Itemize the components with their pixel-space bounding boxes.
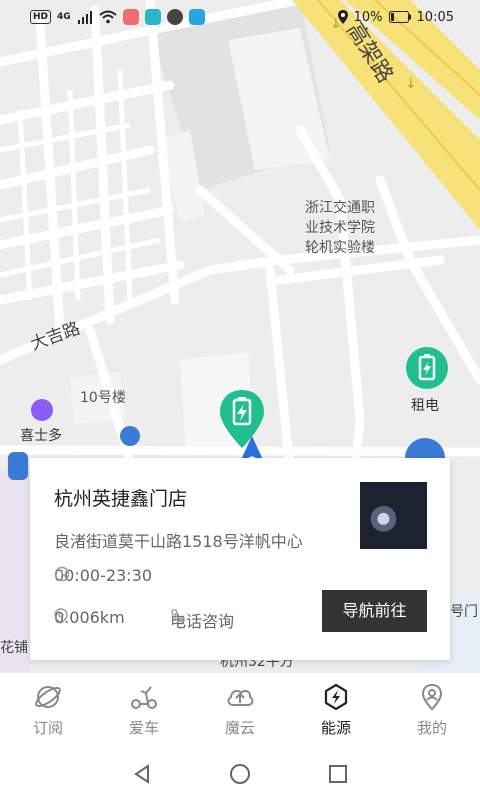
location-pin-icon	[54, 608, 68, 624]
map-label-school-1: 浙江交通职	[305, 200, 375, 216]
battery-pin-icon	[220, 390, 264, 448]
system-navigation-bar	[0, 748, 480, 800]
tab-cloud[interactable]: 魔云	[192, 673, 288, 748]
map-label-edge-east: 号门	[450, 604, 478, 620]
map-view[interactable]: ↓ ↓ 高架路 大吉路 浙江交通职 业技术学院 轮机实验楼 10号楼 喜士多 租…	[0, 0, 480, 672]
bottom-tab-bar: 订阅 爱车 魔云 能源 我的	[0, 672, 480, 748]
planet-icon	[35, 686, 61, 708]
wifi-icon	[99, 10, 117, 24]
lightning-icon	[324, 683, 348, 711]
map-label-school-2: 业技术学院	[305, 220, 375, 236]
scooter-icon	[131, 686, 157, 709]
navigate-button[interactable]: 导航前往	[322, 590, 427, 632]
store-name: 杭州英捷鑫门店	[54, 488, 188, 510]
tab-car-label: 爱车	[128, 719, 159, 737]
store-address: 良渚街道莫干山路1518号洋帆中心	[54, 532, 303, 551]
tab-profile-label: 我的	[416, 719, 447, 737]
tab-energy-label: 能源	[320, 719, 351, 737]
phone-icon	[171, 609, 185, 623]
store-info-card[interactable]: 杭州英捷鑫门店 良渚街道莫干山路1518号洋帆中心 00:00-23:30 0.…	[30, 458, 450, 660]
network-indicator: 4G	[57, 12, 71, 22]
cloud-icon	[227, 689, 254, 706]
app-notification-icon	[122, 9, 139, 25]
tab-cloud-label: 魔云	[224, 719, 255, 737]
tab-energy[interactable]: 能源	[288, 673, 384, 748]
tab-subscribe[interactable]: 订阅	[0, 673, 96, 748]
battery-icon	[388, 11, 411, 23]
profile-icon	[421, 683, 443, 711]
back-icon[interactable]	[130, 762, 154, 786]
map-label-xishiduo: 喜士多	[20, 428, 62, 444]
clock-icon	[54, 566, 70, 582]
clock-time: 10:05	[416, 9, 454, 25]
status-bar: HD 4G 10% 10:05	[0, 0, 480, 34]
hd-indicator: HD	[30, 10, 52, 24]
tab-profile[interactable]: 我的	[384, 673, 480, 748]
map-label-edge-west: 花铺	[0, 640, 28, 656]
shield-notification-icon	[166, 9, 183, 25]
search-notification-icon	[188, 9, 205, 25]
store-distance: 0.006km	[54, 608, 125, 627]
home-icon[interactable]	[228, 762, 252, 786]
svg-text:↓: ↓	[405, 76, 417, 92]
signal-icon	[77, 11, 92, 24]
battery-rental-icon	[406, 347, 448, 389]
message-notification-icon	[144, 9, 161, 25]
location-status-icon	[337, 10, 348, 24]
store-hours: 00:00-23:30	[54, 566, 152, 585]
map-label-building10: 10号楼	[80, 390, 126, 406]
battery-percent: 10%	[353, 9, 383, 25]
map-label-school-3: 轮机实验楼	[305, 240, 375, 256]
phone-consult-link[interactable]: 电话咨询	[170, 608, 234, 632]
map-label-rent: 租电	[411, 398, 439, 414]
tab-car[interactable]: 爱车	[96, 673, 192, 748]
recents-icon[interactable]	[326, 762, 350, 786]
store-photo[interactable]	[360, 482, 427, 549]
tab-subscribe-label: 订阅	[32, 719, 63, 737]
